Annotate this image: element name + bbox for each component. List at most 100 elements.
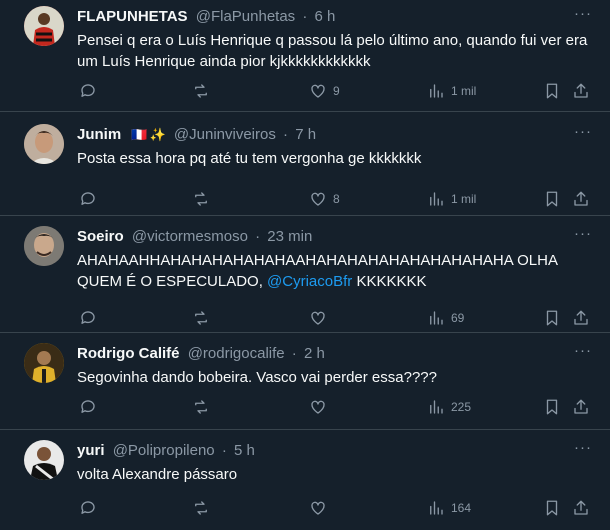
share-icon [574, 500, 588, 515]
like-count: 8 [333, 192, 340, 206]
retweet-icon [195, 84, 207, 98]
more-options-icon[interactable]: ··· [572, 6, 594, 28]
more-options-icon[interactable]: ··· [572, 226, 594, 248]
separator-dot: · [221, 442, 227, 459]
more-options-icon[interactable]: ··· [572, 343, 594, 365]
avatar[interactable] [24, 226, 64, 266]
tweet-text: Segovinha dando bobeira. Vasco vai perde… [77, 369, 437, 386]
tweet-actions: 69 [77, 308, 594, 328]
bookmark-icon [546, 500, 558, 516]
timestamp[interactable]: 5 h [234, 442, 255, 459]
like-count: 9 [333, 84, 340, 98]
views-button[interactable]: 164 [427, 498, 471, 518]
share-button[interactable] [572, 498, 590, 518]
heart-icon [311, 192, 325, 206]
views-chart-icon [430, 84, 443, 98]
heart-icon [311, 84, 325, 98]
retweet-icon [195, 400, 207, 414]
like-button[interactable]: 9 [309, 81, 340, 101]
views-button[interactable]: 69 [427, 308, 464, 328]
timestamp[interactable]: 7 h [295, 126, 316, 143]
share-icon [574, 399, 588, 414]
separator-dot: · [302, 8, 308, 25]
views-button[interactable]: 1 mil [427, 189, 476, 209]
avatar[interactable] [24, 343, 64, 383]
tweet[interactable]: FLAPUNHETAS @FlaPunhetas · 6 h ··· Pense… [0, 0, 610, 112]
tweet[interactable]: Soeiro @victormesmoso · 23 min ··· AHAHA… [0, 216, 610, 333]
share-button[interactable] [572, 189, 590, 209]
reply-button[interactable] [79, 308, 97, 328]
france-flag-emoji: 🇫🇷 [131, 127, 148, 142]
share-button[interactable] [572, 308, 590, 328]
like-button[interactable] [309, 308, 327, 328]
reply-button[interactable] [79, 81, 97, 101]
views-chart-icon [430, 501, 443, 515]
share-button[interactable] [572, 81, 590, 101]
views-chart-icon [430, 192, 443, 206]
views-button[interactable]: 225 [427, 397, 471, 417]
tweet[interactable]: Rodrigo Califé @rodrigocalife · 2 h ··· … [0, 333, 610, 430]
retweet-button[interactable] [192, 397, 210, 417]
heart-icon [311, 501, 325, 515]
share-icon [574, 83, 588, 98]
tweet-actions: 9 1 mil [77, 81, 594, 101]
tweet[interactable]: yuri @Polipropileno · 5 h ··· volta Alex… [0, 430, 610, 530]
separator-dot: · [255, 228, 261, 245]
share-button[interactable] [572, 397, 590, 417]
display-name[interactable]: Soeiro [77, 228, 124, 245]
avatar[interactable] [24, 440, 64, 480]
bookmark-button[interactable] [543, 498, 561, 518]
bookmark-icon [546, 399, 558, 415]
retweet-button[interactable] [192, 81, 210, 101]
user-handle[interactable]: @Juninviveiros [174, 126, 276, 143]
bookmark-button[interactable] [543, 189, 561, 209]
user-handle[interactable]: @rodrigocalife [188, 345, 285, 362]
more-options-icon[interactable]: ··· [572, 440, 594, 462]
user-handle[interactable]: @FlaPunhetas [196, 8, 295, 25]
avatar-face-image [24, 226, 64, 266]
user-handle[interactable]: @Polipropileno [113, 442, 215, 459]
tweet[interactable]: Junim 🇫🇷 ✨ @Juninviveiros · 7 h ··· Posta… [0, 112, 610, 216]
reply-button[interactable] [79, 397, 97, 417]
bookmark-button[interactable] [543, 81, 561, 101]
more-options-icon[interactable]: ··· [572, 124, 594, 146]
reply-icon [81, 311, 95, 324]
timestamp[interactable]: 23 min [267, 228, 312, 245]
retweet-icon [195, 501, 207, 515]
bookmark-button[interactable] [543, 397, 561, 417]
view-count: 1 mil [451, 84, 477, 98]
reply-button[interactable] [79, 189, 97, 209]
reply-button[interactable] [79, 498, 97, 518]
like-button[interactable] [309, 397, 327, 417]
views-button[interactable]: 1 mil [427, 81, 476, 101]
tweet-text-part: KKKKKKK [352, 273, 427, 290]
like-button[interactable]: 8 [309, 189, 340, 209]
mention-link[interactable]: @CyriacoBfr [267, 273, 352, 290]
tweet-actions: 8 1 mil [77, 189, 594, 209]
bookmark-button[interactable] [543, 308, 561, 328]
heart-icon [311, 400, 325, 414]
display-name[interactable]: Junim [77, 126, 121, 143]
avatar[interactable] [24, 6, 64, 46]
retweet-button[interactable] [192, 308, 210, 328]
timestamp[interactable]: 6 h [315, 8, 336, 25]
share-icon [574, 310, 588, 325]
display-name[interactable]: FLAPUNHETAS [77, 8, 188, 25]
timestamp[interactable]: 2 h [304, 345, 325, 362]
view-count: 1 mil [451, 192, 477, 206]
heart-icon [311, 311, 325, 325]
view-count: 225 [451, 400, 472, 414]
retweet-button[interactable] [192, 189, 210, 209]
separator-dot: · [291, 345, 297, 362]
display-name[interactable]: Rodrigo Califé [77, 345, 180, 362]
retweet-icon [195, 311, 207, 325]
share-icon [574, 191, 588, 206]
display-name[interactable]: yuri [77, 442, 105, 459]
retweet-button[interactable] [192, 498, 210, 518]
tweet-text: Posta essa hora pq até tu tem vergonha g… [77, 150, 422, 167]
like-button[interactable] [309, 498, 327, 518]
sparkles-emoji: ✨ [149, 127, 166, 142]
reply-icon [81, 501, 95, 514]
user-handle[interactable]: @victormesmoso [132, 228, 248, 245]
avatar[interactable] [24, 124, 64, 164]
